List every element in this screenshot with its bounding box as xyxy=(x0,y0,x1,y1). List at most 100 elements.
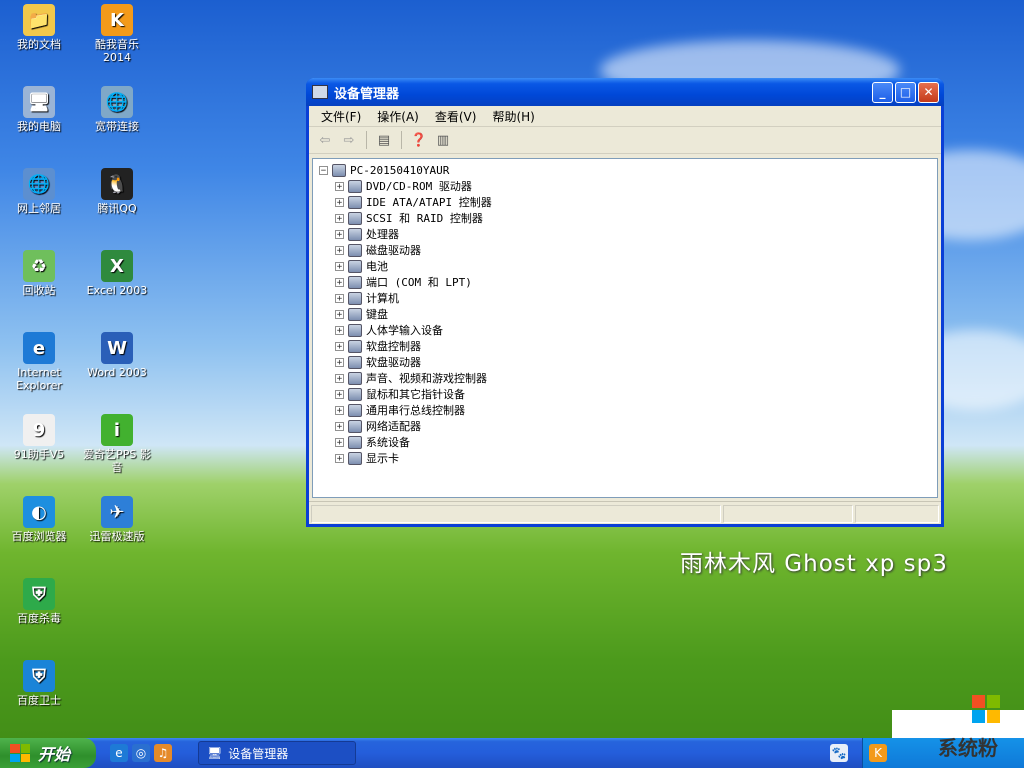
my-computer-icon: 🖥 xyxy=(23,86,55,118)
device-category[interactable]: + 磁盘驱动器 xyxy=(335,242,421,258)
media-quicklaunch-icon[interactable]: ♫ xyxy=(154,744,172,762)
device-category[interactable]: + IDE ATA/ATAPI 控制器 xyxy=(335,194,492,210)
device-category[interactable]: + 处理器 xyxy=(335,226,399,242)
expand-icon[interactable]: + xyxy=(335,453,344,463)
device-category-icon xyxy=(348,387,362,401)
desktop-shortcut-label: 宽带连接 xyxy=(95,120,139,133)
ie-quicklaunch-icon[interactable]: e xyxy=(110,744,128,762)
device-category[interactable]: + 网络适配器 xyxy=(335,418,421,434)
desktop-shortcut[interactable]: 9 91助手V5 xyxy=(2,414,76,461)
desktop-shortcut[interactable]: ♻ 回收站 xyxy=(2,250,76,297)
expand-icon[interactable]: + xyxy=(335,197,344,207)
status-bar xyxy=(309,501,941,524)
device-category[interactable]: + 电池 xyxy=(335,258,388,274)
device-category-icon xyxy=(348,371,362,385)
desktop-shortcut[interactable]: 🐧 腾讯QQ xyxy=(80,168,154,215)
device-category[interactable]: + 鼠标和其它指针设备 xyxy=(335,386,465,402)
my-documents-icon: 📁 xyxy=(23,4,55,36)
expand-icon[interactable]: + xyxy=(335,245,344,255)
tree-root[interactable]: − PC-20150410YAUR xyxy=(319,162,449,178)
title-bar[interactable]: 设备管理器 _ □ ✕ xyxy=(306,78,944,106)
expand-icon[interactable]: + xyxy=(335,277,344,287)
forward-icon[interactable]: ⇨ xyxy=(339,131,359,149)
desktop-shortcut[interactable]: ✈ 迅雷极速版 xyxy=(80,496,154,543)
properties-help-icon[interactable]: ❓ xyxy=(409,131,429,149)
desktop-shortcut[interactable]: ◐ 百度浏览器 xyxy=(2,496,76,543)
expand-icon[interactable]: + xyxy=(335,229,344,239)
desktop-shortcut[interactable]: 🖥 我的电脑 xyxy=(2,86,76,133)
desktop-shortcut-label: 网上邻居 xyxy=(17,202,61,215)
menu-view[interactable]: 查看(V) xyxy=(427,108,485,125)
device-manager-window[interactable]: 设备管理器 _ □ ✕ 文件(F) 操作(A) 查看(V) 帮助(H) ⇦ ⇨ … xyxy=(306,78,944,527)
show-desktop-icon[interactable]: ◎ xyxy=(132,744,150,762)
task-device-manager[interactable]: 🖥 设备管理器 xyxy=(198,741,356,765)
xunlei-icon: ✈ xyxy=(101,496,133,528)
maximize-button[interactable]: □ xyxy=(895,81,916,103)
menu-help[interactable]: 帮助(H) xyxy=(484,108,542,125)
start-button[interactable]: 开始 xyxy=(0,738,96,768)
desktop-shortcut[interactable]: K 酷我音乐 2014 xyxy=(80,4,154,64)
expand-icon[interactable]: + xyxy=(335,261,344,271)
desktop-shortcut[interactable]: i 爱奇艺PPS 影 音 xyxy=(80,414,154,474)
expand-icon[interactable]: + xyxy=(335,437,344,447)
desktop-shortcut[interactable]: e Internet Explorer xyxy=(2,332,76,392)
expand-icon[interactable]: + xyxy=(335,213,344,223)
iqiyi-pps-icon: i xyxy=(101,414,133,446)
device-category-label: 磁盘驱动器 xyxy=(366,244,421,257)
desktop-shortcut-label: 腾讯QQ xyxy=(97,202,137,215)
expand-icon[interactable]: + xyxy=(335,421,344,431)
device-category[interactable]: + 显示卡 xyxy=(335,450,399,466)
tree-root-label: PC-20150410YAUR xyxy=(350,163,450,177)
device-category[interactable]: + 计算机 xyxy=(335,290,399,306)
window-title: 设备管理器 xyxy=(334,86,400,102)
expand-icon[interactable]: + xyxy=(335,405,344,415)
device-category[interactable]: + SCSI 和 RAID 控制器 xyxy=(335,210,483,226)
device-category[interactable]: + DVD/CD-ROM 驱动器 xyxy=(335,178,472,194)
close-button[interactable]: ✕ xyxy=(918,81,939,103)
device-category-icon xyxy=(348,195,362,209)
device-category[interactable]: + 系统设备 xyxy=(335,434,410,450)
device-category[interactable]: + 端口 (COM 和 LPT) xyxy=(335,274,472,290)
menu-action[interactable]: 操作(A) xyxy=(369,108,427,125)
back-icon[interactable]: ⇦ xyxy=(315,131,335,149)
expand-icon[interactable]: + xyxy=(335,389,344,399)
menu-file[interactable]: 文件(F) xyxy=(313,108,369,125)
device-category-icon xyxy=(348,403,362,417)
device-tree[interactable]: − PC-20150410YAUR + DVD/CD-ROM 驱动器 + IDE AT… xyxy=(312,158,938,498)
desktop-shortcut[interactable]: 🌐 宽带连接 xyxy=(80,86,154,133)
device-category[interactable]: + 软盘驱动器 xyxy=(335,354,421,370)
desktop-shortcut-label: 百度杀毒 xyxy=(17,612,61,625)
task-label: 设备管理器 xyxy=(228,746,289,761)
kuwo-tray-icon[interactable]: K xyxy=(869,744,887,762)
device-category[interactable]: + 键盘 xyxy=(335,306,388,322)
input-method-icon[interactable]: 🐾 xyxy=(830,744,848,762)
expand-icon[interactable]: + xyxy=(335,341,344,351)
desktop-shortcut[interactable]: ⛨ 百度卫士 xyxy=(2,660,76,707)
expand-icon[interactable]: + xyxy=(335,357,344,367)
expand-icon[interactable]: + xyxy=(335,181,344,191)
desktop-shortcut[interactable]: 🌐 网上邻居 xyxy=(2,168,76,215)
device-category-label: 计算机 xyxy=(366,292,399,305)
expand-icon[interactable]: + xyxy=(335,325,344,335)
device-category-label: 端口 (COM 和 LPT) xyxy=(366,276,472,289)
brand-text: 雨林木风 Ghost xp sp3 xyxy=(680,551,948,577)
expand-icon[interactable]: + xyxy=(335,373,344,383)
device-category[interactable]: + 人体学输入设备 xyxy=(335,322,443,338)
minimize-button[interactable]: _ xyxy=(872,81,893,103)
baidu-guard-icon: ⛨ xyxy=(23,660,55,692)
desktop-shortcut[interactable]: ⛨ 百度杀毒 xyxy=(2,578,76,625)
device-category-icon xyxy=(348,451,362,465)
show-hide-tree-icon[interactable]: ▤ xyxy=(374,131,394,149)
desktop-shortcut[interactable]: 📁 我的文档 xyxy=(2,4,76,51)
desktop-shortcut-label: 迅雷极速版 xyxy=(89,530,145,543)
desktop-shortcut[interactable]: X Excel 2003 xyxy=(80,250,154,297)
expand-icon[interactable]: + xyxy=(335,309,344,319)
device-category[interactable]: + 通用串行总线控制器 xyxy=(335,402,465,418)
view-icon[interactable]: ▥ xyxy=(433,131,453,149)
desktop-shortcut[interactable]: W Word 2003 xyxy=(80,332,154,379)
collapse-icon[interactable]: − xyxy=(319,165,328,175)
device-category[interactable]: + 声音、视频和游戏控制器 xyxy=(335,370,487,386)
device-category-label: 处理器 xyxy=(366,228,399,241)
expand-icon[interactable]: + xyxy=(335,293,344,303)
device-category[interactable]: + 软盘控制器 xyxy=(335,338,421,354)
